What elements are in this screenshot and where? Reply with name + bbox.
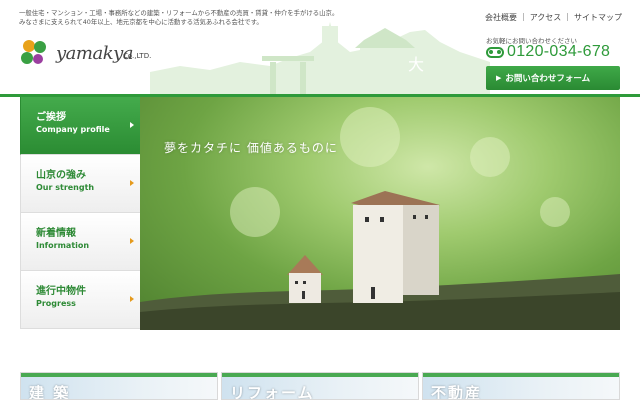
phone-number[interactable]: 0120-034-678 (486, 43, 610, 61)
bokeh-light (470, 137, 510, 177)
arrow-right-icon: ▶ (496, 74, 502, 82)
card-label: リフォーム (230, 384, 315, 400)
sidenav-item-sublabel: Company profile (36, 125, 110, 134)
triangle-right-icon (130, 238, 134, 244)
site-header: 大 一般住宅・マンション・工場・事務所などの建築・リフォームから不動産の売買・賃… (0, 0, 640, 96)
freedial-icon (486, 46, 504, 58)
company-logo[interactable]: yamakya Co.,LTD. (18, 38, 168, 68)
service-card-realestate[interactable]: 不動産 (422, 372, 620, 400)
hero-image: 夢をカタチに 価値あるものに (140, 97, 620, 330)
kyoto-skyline-illustration: 大 (150, 22, 490, 94)
service-card-reform[interactable]: リフォーム (221, 372, 419, 400)
card-top-bar (423, 373, 619, 377)
bokeh-light (540, 197, 570, 227)
logo-wordmark: yamakya (56, 43, 134, 64)
top-navigation: 会社概要 | アクセス | サイトマップ (485, 12, 622, 23)
topnav-company[interactable]: 会社概要 (485, 12, 517, 23)
sidenav-item-sublabel: Our strength (36, 183, 95, 192)
sidenav-item-our-strength[interactable]: 山京の強み Our strength (20, 155, 140, 213)
sidenav-item-label: 新着情報 (36, 228, 76, 239)
sidenav-item-label: ご挨拶 (36, 112, 66, 123)
logo-mark-icon (21, 40, 46, 64)
service-card-construction[interactable]: 建 築 (20, 372, 218, 400)
card-label: 不動産 (431, 384, 483, 400)
sidenav-item-company-profile[interactable]: ご挨拶 Company profile (20, 97, 140, 155)
topnav-sitemap[interactable]: サイトマップ (574, 12, 622, 23)
sidenav-item-information[interactable]: 新着情報 Information (20, 213, 140, 271)
intro-line-2: みなさまに支えられて40年以上、地元京都を中心に活動する活気あふれる会社です。 (19, 18, 263, 26)
nav-separator: | (521, 12, 525, 21)
triangle-right-icon (130, 296, 134, 302)
svg-text:大: 大 (408, 55, 424, 74)
sidenav-item-label: 進行中物件 (36, 286, 86, 297)
phone-number-text: 0120-034-678 (507, 43, 611, 60)
card-label: 建 築 (29, 384, 71, 400)
contact-form-button[interactable]: ▶ お問い合わせフォーム (486, 66, 620, 90)
hero-tagline: 夢をカタチに 価値あるものに (164, 141, 338, 155)
logo-suffix: Co.,LTD. (123, 52, 152, 60)
intro-line-1: 一般住宅・マンション・工場・事務所などの建築・リフォームから不動産の売買・賃貸・… (19, 9, 339, 17)
sidenav-item-label: 山京の強み (36, 170, 86, 181)
sidenav-item-progress[interactable]: 進行中物件 Progress (20, 271, 140, 329)
nav-separator: | (566, 12, 569, 21)
sidenav-item-sublabel: Progress (36, 299, 76, 308)
side-navigation: ご挨拶 Company profile 山京の強み Our strength 新… (20, 97, 140, 330)
bokeh-light (340, 107, 400, 167)
card-top-bar (222, 373, 418, 377)
triangle-right-icon (130, 180, 134, 186)
sidenav-item-sublabel: Information (36, 241, 90, 250)
topnav-access[interactable]: アクセス (530, 12, 562, 23)
contact-form-label: お問い合わせフォーム (505, 74, 591, 84)
triangle-right-icon (130, 122, 134, 128)
wooden-houses-icon (287, 191, 440, 303)
card-top-bar (21, 373, 217, 377)
bokeh-light (230, 187, 280, 237)
company-intro: 一般住宅・マンション・工場・事務所などの建築・リフォームから不動産の売買・賃貸・… (19, 9, 359, 27)
